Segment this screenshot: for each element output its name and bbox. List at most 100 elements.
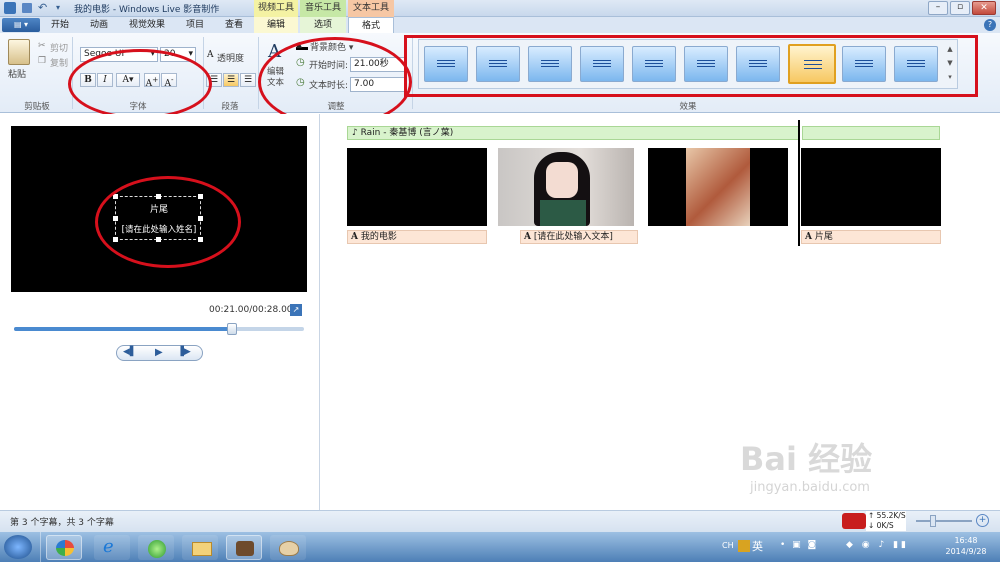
tab-format[interactable]: 格式 (348, 17, 394, 33)
zoom-thumb[interactable] (930, 515, 936, 527)
seek-bar-fill (14, 327, 232, 331)
annotation-circle-preview (95, 176, 241, 268)
caption-clip[interactable]: A 我的电影 (347, 230, 487, 244)
ribbon-tab-row: ▤ ▾ 开始 动画 视觉效果 项目 查看 编辑 选项 格式 ? (0, 17, 1000, 33)
play-button[interactable]: ▶ (155, 347, 163, 358)
tab-options[interactable]: 选项 (300, 17, 346, 33)
zoom-slider[interactable] (916, 520, 972, 522)
transparency-icon: A (207, 50, 214, 60)
clip-thumbnail-anime-girl[interactable] (498, 148, 634, 226)
taskbar-app-movie-maker[interactable] (226, 535, 262, 560)
ime-icon[interactable] (738, 540, 750, 552)
annotation-circle-font (68, 49, 212, 119)
tab-home[interactable]: 开始 (44, 17, 76, 33)
app-menu-button[interactable]: ▤ ▾ (2, 18, 40, 32)
status-text: 第 3 个字幕，共 3 个字幕 (10, 518, 114, 528)
align-center-button[interactable]: ☰ (223, 73, 239, 87)
ribbon: 粘贴 ✂ 剪切 ❐ 复制 剪贴板 Segoe UI ▾ 20 ▾ B I A▾ A+… (0, 33, 1000, 127)
app-icon (4, 2, 16, 14)
preview-monitor[interactable]: 片尾 [请在此处输入姓名] (11, 126, 307, 292)
baidu-watermark: Bai 经验 (740, 440, 873, 478)
transparency-button[interactable]: 透明度 (217, 51, 244, 64)
title-bar: ↶ ▾ 我的电影 - Windows Live 影音制作 视频工具 音乐工具 文… (0, 0, 1000, 17)
cut-button[interactable]: 剪切 (50, 41, 68, 54)
tray-icons-left[interactable]: • ▣ ◙ (780, 540, 840, 552)
caption-clip[interactable]: A [请在此处输入文本] (520, 230, 638, 244)
copy-button[interactable]: 复制 (50, 56, 68, 69)
tray-icons-right[interactable]: ◆ ◉ ♪ ▮▮ (846, 540, 926, 552)
undo-icon[interactable]: ↶ (38, 1, 47, 14)
net-monitor-icon (842, 513, 866, 529)
help-icon[interactable]: ? (984, 19, 996, 31)
language-indicator[interactable]: CH (722, 541, 734, 550)
maximize-button[interactable]: ▫ (950, 1, 970, 15)
context-tab-music-tools[interactable]: 音乐工具 (300, 0, 346, 17)
net-upload-speed: ↑ 55.2K/S (868, 511, 906, 520)
fullscreen-icon[interactable]: ↗ (290, 304, 302, 316)
preview-pane: 片尾 [请在此处输入姓名] 00:21.00/00:28.00 ↗ ◀▌ ▶ ▐… (0, 114, 320, 510)
windows-live-icon (56, 540, 74, 556)
context-tab-text-tools[interactable]: 文本工具 (348, 0, 394, 17)
start-button[interactable] (4, 535, 32, 559)
minimize-button[interactable]: – (928, 1, 948, 15)
couple-image (686, 148, 750, 226)
window-title: 我的电影 - Windows Live 影音制作 (74, 5, 220, 15)
context-tab-video-tools[interactable]: 视频工具 (254, 0, 298, 17)
baidu-watermark-url: jingyan.baidu.com (750, 480, 870, 495)
taskbar-app-windows-live[interactable] (46, 535, 82, 560)
ie-icon: e (103, 536, 114, 557)
caption-clip-selected[interactable]: A 片尾 (801, 230, 941, 244)
paste-button[interactable]: 粘贴 (8, 67, 26, 80)
tab-edit[interactable]: 编辑 (254, 17, 298, 33)
tab-project[interactable]: 项目 (178, 17, 212, 33)
music-track-bar-continued[interactable] (802, 126, 940, 140)
zoom-in-icon[interactable]: + (976, 514, 989, 527)
character-face (546, 162, 578, 198)
tab-view[interactable]: 查看 (218, 17, 250, 33)
annotation-box-effects (404, 35, 978, 97)
taskbar-app-browser[interactable] (138, 535, 174, 560)
effects-group-label: 效果 (679, 102, 697, 112)
ime-mode[interactable]: 英 (752, 538, 763, 554)
clipboard-group-label: 剪贴板 (24, 102, 50, 112)
copy-icon: ❐ (38, 56, 47, 66)
next-frame-button[interactable]: ▐▶ (177, 347, 191, 357)
playback-controls: ◀▌ ▶ ▐▶ (116, 345, 203, 361)
character-clothes (540, 200, 586, 226)
palette-icon (279, 541, 299, 556)
tab-animations[interactable]: 动画 (82, 17, 116, 33)
align-right-button[interactable]: ☰ (240, 73, 256, 87)
film-icon (236, 541, 254, 556)
clock-time: 16:48 (954, 536, 978, 545)
playhead[interactable] (798, 120, 800, 246)
caption-clip-label: [请在此处输入文本] (533, 232, 613, 242)
clock-date: 2014/9/28 (945, 547, 987, 556)
folder-icon (192, 542, 212, 556)
status-bar: 第 3 个字幕，共 3 个字幕 ↑ 55.2K/S ↓ 0K/S + (0, 510, 1000, 532)
save-icon[interactable] (22, 3, 32, 13)
close-button[interactable]: ✕ (972, 1, 996, 15)
taskbar-app-paint[interactable] (270, 535, 306, 560)
quick-access-dropdown-icon[interactable]: ▾ (56, 3, 60, 12)
clip-thumbnail-black-end[interactable] (801, 148, 941, 226)
taskbar-divider (40, 532, 41, 562)
net-download-speed: ↓ 0K/S (868, 521, 894, 530)
taskbar-app-ie[interactable]: e (94, 535, 130, 560)
paste-icon (8, 39, 30, 65)
seek-thumb[interactable] (226, 323, 237, 335)
caption-clip-label: 片尾 (814, 232, 833, 242)
clip-thumbnail-anime-couple[interactable] (648, 148, 788, 226)
clip-thumbnail-black[interactable] (347, 148, 487, 226)
taskbar-app-explorer[interactable] (182, 535, 218, 560)
seek-bar[interactable] (14, 323, 304, 335)
caption-clip-label: 我的电影 (360, 232, 397, 242)
paragraph-group-label: 段落 (221, 102, 239, 112)
net-speed-widget: ↑ 55.2K/S ↓ 0K/S (866, 511, 906, 531)
storyboard: ♪ Rain - 秦基博 (言ノ葉) A 我的电影 A [请在此处输入文本] A… (320, 114, 1000, 510)
tab-visual-effects[interactable]: 视觉效果 (124, 17, 170, 33)
previous-frame-button[interactable]: ◀▌ (123, 347, 137, 357)
music-track-bar[interactable]: ♪ Rain - 秦基博 (言ノ葉) (347, 126, 799, 140)
music-track-title: Rain - 秦基博 (言ノ葉) (360, 128, 454, 138)
preview-time: 00:21.00/00:28.00 (209, 305, 293, 315)
clock[interactable]: 16:48 2014/9/28 (938, 535, 994, 557)
